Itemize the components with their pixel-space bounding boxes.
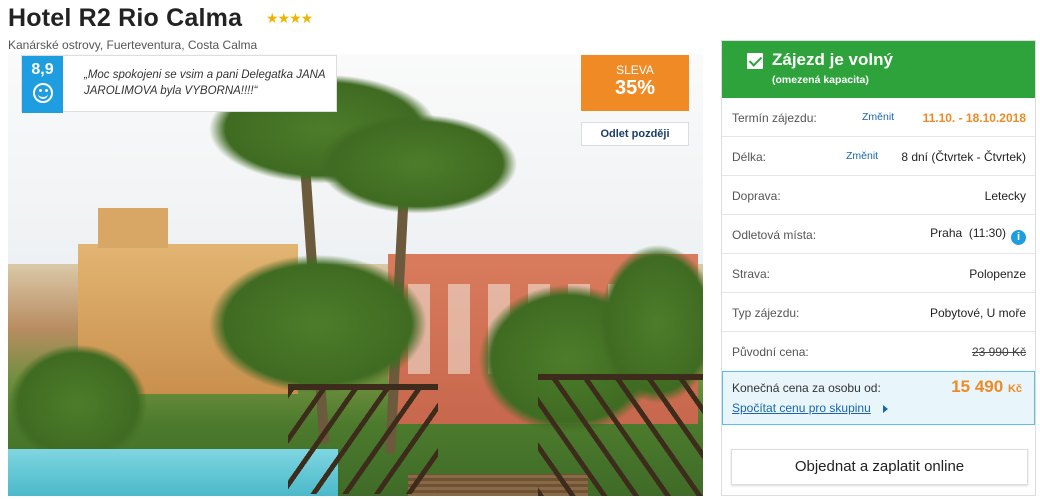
row-label: Typ zájezdu: [732,306,800,320]
final-price-box: Konečná cena za osobu od: 15 490 Kč Spoč… [722,371,1035,425]
group-price-link[interactable]: Spočítat cenu pro skupinu [732,401,871,415]
row-label: Strava: [732,267,771,281]
review-quote: „Moc spokojeni se vsim a pani Delegatka … [84,69,326,97]
row-value: Praha (11:30) [930,226,1006,240]
checkbox-checked-icon [747,53,763,69]
review-box: 8,9 „Moc spokojeni se vsim a pani Delega… [21,55,337,113]
final-price-currency: Kč [1007,383,1022,395]
final-price-value: 15 490 [951,377,1004,396]
row-label: Doprava: [732,189,781,203]
discount-value: 35% [614,77,656,99]
original-price: 23 990 Kč [971,345,1026,359]
row-value: 11.10. - 18.10.2018 [922,111,1026,125]
shrub [8,344,148,464]
change-length-link[interactable]: Změnit [846,150,878,162]
discount-badge: SLEVA 35% [581,55,689,111]
row-label: Odletová místa: [732,228,817,242]
score-badge: 8,9 [22,56,63,113]
order-button[interactable]: Objednat a zaplatit online [731,449,1028,485]
row-value: Pobytové, U moře [929,306,1026,320]
final-price: 15 490 Kč [951,377,1022,397]
row-value: 8 dní (Čtvrtek - Čtvrtek) [901,150,1026,164]
later-departure-button[interactable]: Odlet později [581,122,689,146]
row-transport: Doprava: Letecky [722,176,1035,215]
row-original-price: Původní cena: 23 990 Kč [722,332,1035,371]
hotel-photo[interactable] [8,54,703,496]
hotel-title: Hotel R2 Rio Calma [8,4,243,32]
availability-status: Zájezd je volný (omezená kapacita) [722,41,1035,98]
row-value-wrap: Praha (11:30) i [930,226,1026,245]
info-icon[interactable]: i [1011,230,1026,245]
row-label: Délka: [732,150,767,164]
row-value: Letecky [984,189,1026,203]
bridge-railing-left [288,384,438,494]
row-departure: Odletová místa: Praha (11:30) i [722,215,1035,254]
review-score: 8,9 [31,61,54,78]
palm-frond [318,114,518,214]
status-subtitle: (omezená kapacita) [772,74,869,86]
star-rating: ★★★★ [266,10,313,26]
discount-label: SLEVA [616,63,654,77]
chevron-right-icon [883,405,888,413]
row-date: Termín zájezdu: Změnit 11.10. - 18.10.20… [722,98,1035,137]
booking-panel: Zájezd je volný (omezená kapacita) Termí… [721,40,1036,496]
change-date-link[interactable]: Změnit [862,111,894,123]
hotel-location: Kanárské ostrovy, Fuerteventura, Costa C… [8,38,258,52]
final-price-label: Konečná cena za osobu od: [732,381,881,395]
row-label: Původní cena: [732,345,809,359]
row-label: Termín zájezdu: [732,111,817,125]
row-board: Strava: Polopenze [722,254,1035,293]
row-value: Polopenze [969,267,1026,281]
row-trip-type: Typ zájezdu: Pobytové, U moře [722,293,1035,332]
smiley-icon [32,83,53,103]
palm-frond [208,254,428,394]
row-length: Délka: Změnit 8 dní (Čtvrtek - Čtvrtek) [722,137,1035,176]
bridge-railing-right [538,374,703,496]
status-title: Zájezd je volný [772,50,893,69]
